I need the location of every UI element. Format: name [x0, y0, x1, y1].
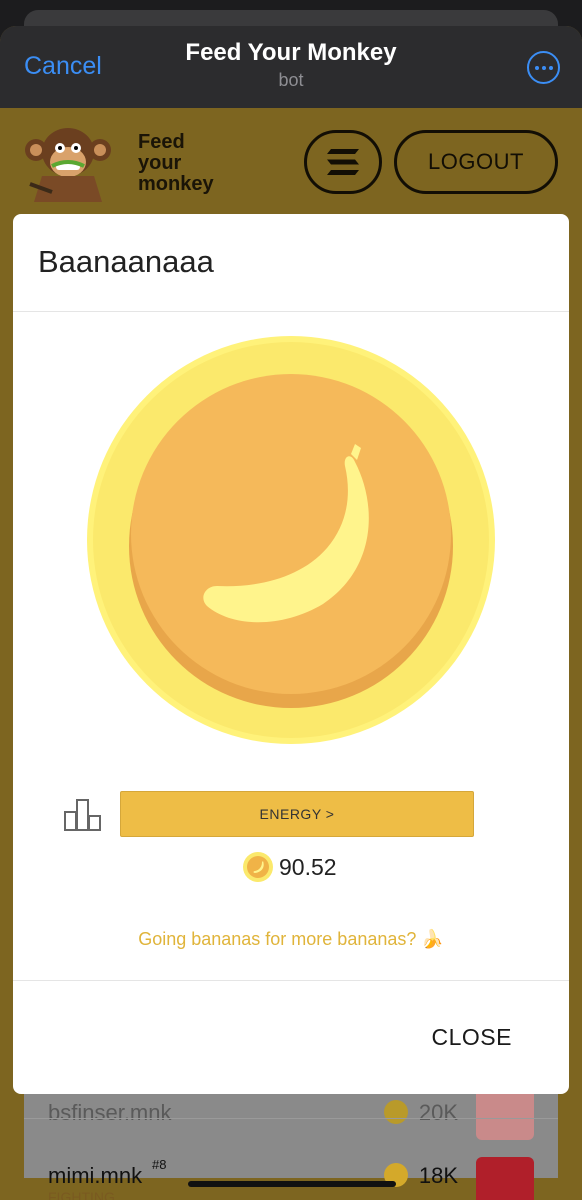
- telegram-header: Cancel Feed Your Monkey bot: [0, 26, 582, 108]
- banana-balance: 90.52: [243, 851, 337, 883]
- header-title-group: Feed Your Monkey bot: [185, 39, 396, 91]
- list-item[interactable]: mimi.mnk #8 18K FIGHTING: [24, 1118, 558, 1200]
- brand-line-2: your: [138, 152, 182, 174]
- logout-button[interactable]: LOGOUT: [394, 130, 558, 194]
- banana-coin-icon: [243, 852, 273, 882]
- divider: [13, 311, 569, 312]
- row-status: FIGHTING: [48, 1189, 115, 1200]
- solana-icon: [327, 149, 359, 175]
- modal-title: Baanaanaaa: [38, 244, 214, 279]
- app-bar: Feed your monkey LOGOUT: [0, 108, 582, 214]
- brand-line-1: Feed: [138, 131, 185, 153]
- bot-subtitle: bot: [278, 70, 304, 90]
- solana-wallet-button[interactable]: [304, 130, 382, 194]
- divider: [13, 980, 569, 981]
- brand-line-3: monkey: [138, 173, 214, 195]
- row-name: mimi.mnk: [48, 1163, 143, 1188]
- balance-value: 90.52: [279, 853, 337, 880]
- row-rank: #8: [152, 1157, 167, 1172]
- more-options-icon[interactable]: [527, 51, 560, 84]
- energy-button[interactable]: ENERGY >: [120, 791, 474, 837]
- banana-modal: Baanaanaaa ENERGY > 90.52 Going bananas …: [13, 214, 569, 1094]
- banana-coin-tap-icon[interactable]: [87, 336, 495, 744]
- skull-badge-icon: [476, 1157, 534, 1200]
- bot-title: Feed Your Monkey: [185, 39, 397, 66]
- row-score: 18K: [418, 1163, 458, 1188]
- close-button[interactable]: CLOSE: [432, 1024, 512, 1051]
- home-indicator: [188, 1181, 396, 1187]
- brand-name: Feed your monkey: [138, 132, 214, 195]
- promo-link[interactable]: Going bananas for more bananas? 🍌: [13, 929, 569, 950]
- leaderboard-icon[interactable]: [63, 798, 103, 832]
- cancel-button[interactable]: Cancel: [24, 52, 102, 81]
- monkey-logo-icon: [25, 128, 111, 202]
